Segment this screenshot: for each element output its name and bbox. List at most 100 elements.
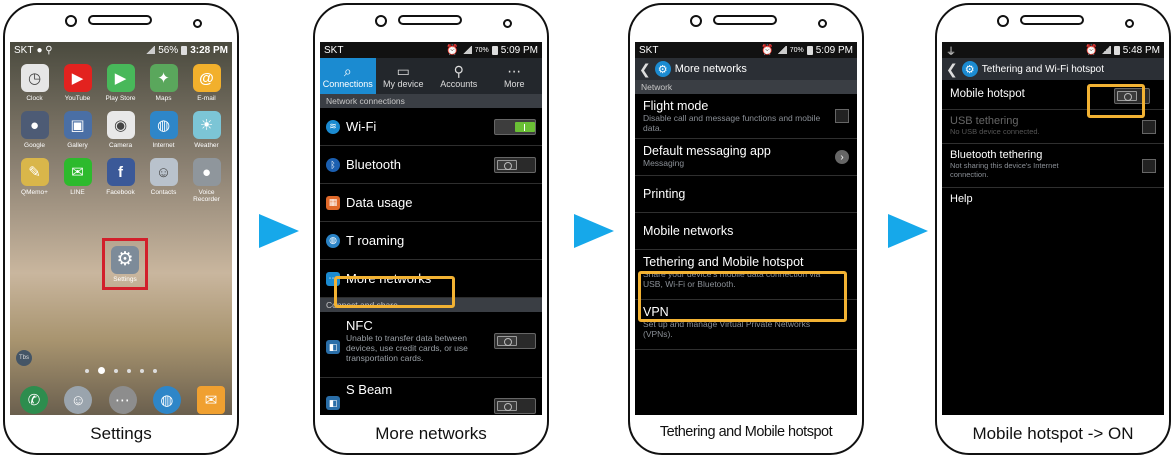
section-header: Network (635, 80, 857, 94)
apps-icon[interactable]: ⋯ (108, 386, 137, 414)
app-weather[interactable]: ☀ Weather (185, 111, 228, 149)
settings-app[interactable]: ⚙ Settings (102, 238, 148, 290)
app-label: Maps (155, 95, 172, 102)
sensor-icon (193, 19, 202, 28)
tab-accounts[interactable]: ⚲ Accounts (431, 58, 487, 94)
back-icon[interactable]: ❮ (946, 61, 958, 78)
app-google[interactable]: ● Google (13, 111, 56, 149)
data-usage-row[interactable]: ▦ Data usage (320, 184, 542, 222)
clock-time: 5:09 PM (815, 44, 853, 56)
app-gallery[interactable]: ▣ Gallery (56, 111, 99, 149)
contacts-icon: ☺ (149, 158, 178, 186)
app-camera[interactable]: ◉ Camera (99, 111, 142, 149)
screen-header: ❮ ⚙ More networks (635, 58, 857, 80)
app-e-mail[interactable]: @ E-mail (185, 64, 228, 102)
wifi-row[interactable]: ≋ Wi-Fi (320, 108, 542, 146)
email-dock-icon[interactable]: ✉ (197, 386, 225, 414)
browser-icon[interactable]: ◍ (152, 386, 181, 414)
app-contacts[interactable]: ☺ Contacts (142, 158, 185, 203)
app-internet[interactable]: ◍ Internet (142, 111, 185, 149)
front-camera-icon (65, 15, 77, 27)
nfc-toggle[interactable] (494, 333, 536, 349)
next-step-arrow-icon (888, 214, 928, 248)
bluetooth-row[interactable]: ᛒ Bluetooth (320, 146, 542, 184)
app-grid: ◷ Clock ▶ YouTube ▶ Play Store ✦ Maps @ E-mail ● Go… (13, 64, 229, 203)
s-beam-toggle[interactable] (494, 398, 536, 414)
settings-gear-icon: ⚙ (654, 61, 671, 77)
battery-percent: 70% (789, 46, 804, 54)
screen-title: More networks (674, 63, 747, 75)
list-item[interactable]: Mobile networks (635, 213, 857, 250)
phone-2: SKT ⏰ 70% 5:09 PM ⌕ Connections ▭ My devic… (313, 3, 549, 455)
help-row[interactable]: Help (942, 188, 1164, 216)
nfc-label: NFC (346, 318, 373, 333)
dock: ✆ ☺ ⋯ ◍ ✉ (20, 386, 225, 414)
app-clock[interactable]: ◷ Clock (13, 64, 56, 102)
signal-icon (776, 46, 787, 54)
chevron-right-icon[interactable]: › (835, 150, 849, 164)
settings-gear-icon: ⚙ (111, 245, 139, 274)
app-maps[interactable]: ✦ Maps (142, 64, 185, 102)
voice-recorder-icon: ● (192, 158, 221, 186)
app-line[interactable]: ✉ LINE (56, 158, 99, 203)
page-dot (114, 368, 118, 373)
battery-icon (806, 45, 813, 55)
bluetooth-tethering-checkbox[interactable] (1142, 158, 1156, 173)
wifi-toggle[interactable] (494, 118, 536, 135)
s-beam-icon: ◧ (326, 396, 340, 410)
app-facebook[interactable]: f Facebook (99, 158, 142, 203)
list-item-description: Set up and manage Virtual Private Networ… (643, 319, 811, 339)
t-roaming-row[interactable]: ◍ T roaming (320, 222, 542, 260)
list-item[interactable]: Default messaging app Messaging › (635, 139, 857, 176)
app-label: Contacts (150, 189, 177, 196)
app-voice-recorder[interactable]: ● Voice Recorder (185, 158, 228, 203)
email-icon: @ (192, 64, 221, 92)
bluetooth-tethering-row[interactable]: Bluetooth tethering Not sharing this dev… (942, 144, 1164, 188)
speaker-icon (88, 15, 152, 25)
usb-status-icon: ⏚ (946, 46, 956, 58)
screen-title: Tethering and Wi-Fi hotspot (981, 63, 1105, 75)
carrier-label: SKT (639, 44, 659, 56)
clock-time: 5:09 PM (500, 44, 538, 56)
usb-tethering-checkbox[interactable] (1142, 119, 1156, 134)
speaker-icon (713, 15, 777, 25)
qmemo-icon: ✎ (20, 158, 49, 186)
speaker-icon (398, 15, 462, 25)
flight-mode-checkbox[interactable] (835, 109, 849, 123)
clock-time: 5:48 PM (1122, 44, 1160, 56)
back-icon[interactable]: ❮ (639, 61, 651, 78)
carrier-label: SKT (324, 44, 344, 56)
more-networks-screen: SKT ⏰ 70% 5:09 PM ❮ ⚙ More networks Netw… (635, 42, 857, 415)
front-camera-icon (997, 15, 1009, 27)
app-qmemo-[interactable]: ✎ QMemo+ (13, 158, 56, 203)
phone-icon[interactable]: ✆ (20, 386, 48, 414)
connections-icon: ⌕ (343, 63, 352, 79)
tab-my-device[interactable]: ▭ My device (376, 58, 432, 94)
highlight-hotspot-toggle (1087, 84, 1145, 118)
t-roaming-label: T roaming (346, 233, 405, 248)
sensor-icon (818, 19, 827, 28)
youtube-icon: ▶ (63, 64, 92, 92)
nfc-row[interactable]: ◧ NFC Unable to transfer data between de… (320, 312, 542, 378)
list-item[interactable]: Printing (635, 176, 857, 213)
tab-connections[interactable]: ⌕ Connections (320, 58, 376, 94)
nfc-description: Unable to transfer data between devices,… (346, 333, 468, 363)
battery-icon (491, 45, 498, 55)
floating-badge[interactable]: Tbs (16, 350, 32, 366)
status-bar: SKT ● ⚲ 56% 3:28 PM (10, 42, 232, 58)
app-play-store[interactable]: ▶ Play Store (99, 64, 142, 102)
contacts-dock-icon[interactable]: ☺ (64, 386, 93, 414)
bluetooth-toggle[interactable] (494, 156, 536, 173)
app-label: Voice Recorder (193, 189, 220, 203)
bluetooth-label: Bluetooth (346, 157, 401, 172)
list-item[interactable]: Flight mode Disable call and message func… (635, 94, 857, 139)
app-youtube[interactable]: ▶ YouTube (56, 64, 99, 102)
settings-app-label: Settings (113, 275, 137, 283)
s-beam-row[interactable]: ◧ S Beam (320, 378, 542, 414)
tab-more[interactable]: ⋯ More (487, 58, 543, 94)
tab-label: Connections (322, 79, 373, 89)
list-item-title: Mobile networks (643, 224, 734, 238)
highlight-more-networks (334, 276, 455, 308)
status-bar: SKT ⏰ 70% 5:09 PM (635, 42, 857, 58)
sensor-icon (1125, 19, 1134, 28)
